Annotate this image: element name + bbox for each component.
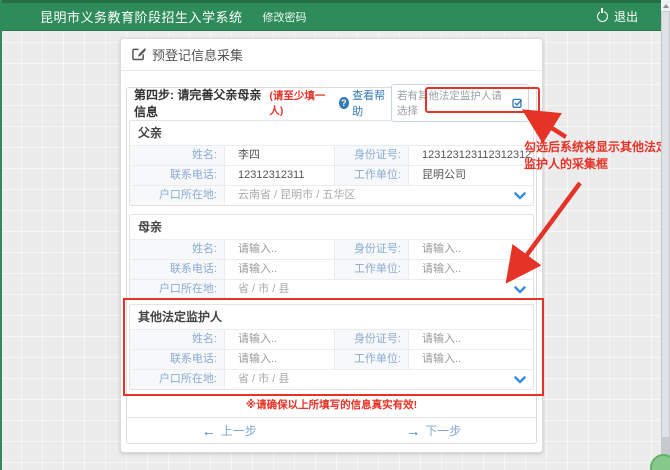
name-label: 姓名: bbox=[130, 239, 225, 259]
id-number-label: 身份证号: bbox=[334, 145, 409, 165]
guardian-phone-field[interactable]: 请输入.. bbox=[225, 349, 334, 369]
help-link[interactable]: ? 查看帮助 bbox=[339, 87, 391, 119]
other-guardian-toggle-label: 若有其他法定监护人请选择 bbox=[397, 88, 508, 118]
phone-label: 联系电话: bbox=[130, 259, 225, 279]
guardian-row-2: 联系电话: 请输入.. 工作单位: 请输入.. bbox=[130, 349, 533, 369]
father-residence-select[interactable]: 云南省 / 昆明市 / 五华区 bbox=[225, 185, 507, 205]
logout-label: 退出 bbox=[614, 8, 638, 25]
form-box: 第四步: 请完善父亲母亲信息 (请至少填一人) ? 查看帮助 若有其他法定监护人… bbox=[126, 87, 537, 444]
guardian-employer-field[interactable]: 请输入.. bbox=[409, 349, 533, 369]
scrollbar-thumb[interactable] bbox=[662, 12, 669, 437]
step-hint: (请至少填一人) bbox=[269, 88, 331, 118]
mother-row-1: 姓名: 请输入.. 身份证号: 请输入.. bbox=[130, 239, 533, 259]
mother-employer-field[interactable]: 请输入.. bbox=[409, 259, 533, 279]
enrollment-page: { "header": { "title": "昆明市义务教育阶段招生入学系统"… bbox=[0, 0, 670, 470]
residence-label: 户口所在地: bbox=[130, 369, 225, 389]
step-title: 第四步: 请完善父亲母亲信息 bbox=[134, 86, 268, 120]
logout-button[interactable]: 退出 bbox=[597, 8, 638, 25]
phone-label: 联系电话: bbox=[130, 349, 225, 369]
arrow-left-icon: ← bbox=[202, 423, 216, 439]
annotation-note: 勾选后系统将显示其他法定监护人的采集框 bbox=[524, 139, 670, 172]
main-card: 预登记信息采集 第四步: 请完善父亲母亲信息 (请至少填一人) ? 查看帮助 若… bbox=[120, 38, 543, 453]
other-guardian-toggle-button[interactable]: 若有其他法定监护人请选择 bbox=[391, 84, 529, 122]
chevron-down-icon bbox=[514, 376, 526, 384]
prev-step-button[interactable]: ← 上一步 bbox=[202, 422, 257, 439]
edit-icon bbox=[131, 47, 146, 62]
card-header: 预登记信息采集 bbox=[121, 39, 542, 71]
next-step-button[interactable]: → 下一步 bbox=[406, 422, 461, 439]
mother-row-2: 联系电话: 请输入.. 工作单位: 请输入.. bbox=[130, 259, 533, 279]
other-guardian-panel-title: 其他法定监护人 bbox=[130, 305, 533, 329]
prev-step-label: 上一步 bbox=[221, 422, 257, 439]
father-id-number-field[interactable]: 123123123112312312 bbox=[409, 145, 533, 165]
chevron-down-icon bbox=[514, 286, 526, 294]
help-label: 查看帮助 bbox=[352, 87, 391, 119]
mother-residence-dropdown[interactable] bbox=[507, 279, 533, 299]
next-step-label: 下一步 bbox=[425, 422, 461, 439]
guardian-id-number-field[interactable]: 请输入.. bbox=[409, 329, 533, 349]
checkbox-check-icon bbox=[512, 97, 523, 109]
mother-panel: 母亲 姓名: 请输入.. 身份证号: 请输入.. 联系电话: 请输入.. 工作单… bbox=[129, 214, 534, 300]
floating-action-button[interactable] bbox=[650, 454, 670, 470]
mother-phone-field[interactable]: 请输入.. bbox=[225, 259, 334, 279]
mother-id-number-field[interactable]: 请输入.. bbox=[409, 239, 533, 259]
question-icon: ? bbox=[339, 97, 350, 109]
guardian-residence-dropdown[interactable] bbox=[507, 369, 533, 389]
residence-label: 户口所在地: bbox=[130, 279, 225, 299]
father-row-residence: 户口所在地: 云南省 / 昆明市 / 五华区 bbox=[130, 185, 533, 205]
scrollbar-up-button[interactable] bbox=[661, 0, 670, 11]
employer-label: 工作单位: bbox=[334, 165, 409, 185]
father-row-2: 联系电话: 12312312311 工作单位: 昆明公司 bbox=[130, 165, 533, 185]
father-row-1: 姓名: 李四 身份证号: 123123123112312312 bbox=[130, 145, 533, 165]
name-label: 姓名: bbox=[130, 329, 225, 349]
employer-label: 工作单位: bbox=[334, 349, 409, 369]
guardian-residence-select[interactable]: 省 / 市 / 县 bbox=[225, 369, 507, 389]
father-panel: 父亲 姓名: 李四 身份证号: 123123123112312312 联系电话:… bbox=[129, 120, 534, 206]
id-number-label: 身份证号: bbox=[334, 329, 409, 349]
guardian-name-field[interactable]: 请输入.. bbox=[225, 329, 334, 349]
triangle-up-icon bbox=[663, 4, 669, 8]
father-employer-field[interactable]: 昆明公司 bbox=[409, 165, 533, 185]
employer-label: 工作单位: bbox=[334, 259, 409, 279]
father-name-field[interactable]: 李四 bbox=[225, 145, 334, 165]
name-label: 姓名: bbox=[130, 145, 225, 165]
arrow-right-icon: → bbox=[406, 423, 420, 439]
top-bar: 昆明市义务教育阶段招生入学系统 修改密码 退出 bbox=[2, 0, 670, 31]
father-phone-field[interactable]: 12312312311 bbox=[225, 165, 334, 185]
other-guardian-panel: 其他法定监护人 姓名: 请输入.. 身份证号: 请输入.. 联系电话: 请输入.… bbox=[129, 304, 534, 390]
vertical-scrollbar[interactable] bbox=[661, 0, 670, 470]
father-residence-dropdown[interactable] bbox=[507, 185, 533, 205]
phone-label: 联系电话: bbox=[130, 165, 225, 185]
id-number-label: 身份证号: bbox=[334, 239, 409, 259]
step-row: 第四步: 请完善父亲母亲信息 (请至少填一人) ? 查看帮助 若有其他法定监护人… bbox=[127, 88, 536, 118]
guardian-row-residence: 户口所在地: 省 / 市 / 县 bbox=[130, 369, 533, 389]
mother-residence-select[interactable]: 省 / 市 / 县 bbox=[225, 279, 507, 299]
power-icon bbox=[597, 11, 608, 22]
app-title: 昆明市义务教育阶段招生入学系统 bbox=[40, 7, 243, 26]
nav-button-row: ← 上一步 → 下一步 bbox=[127, 417, 536, 443]
father-panel-title: 父亲 bbox=[130, 121, 533, 145]
mother-name-field[interactable]: 请输入.. bbox=[225, 239, 334, 259]
page-title: 预登记信息采集 bbox=[152, 45, 243, 64]
change-password-link[interactable]: 修改密码 bbox=[263, 9, 307, 25]
residence-label: 户口所在地: bbox=[130, 185, 225, 205]
mother-row-residence: 户口所在地: 省 / 市 / 县 bbox=[130, 279, 533, 299]
chevron-down-icon bbox=[514, 192, 526, 200]
guardian-row-1: 姓名: 请输入.. 身份证号: 请输入.. bbox=[130, 329, 533, 349]
mother-panel-title: 母亲 bbox=[130, 215, 533, 239]
validity-notice: ※请确保以上所填写的信息真实有效! bbox=[127, 399, 536, 412]
